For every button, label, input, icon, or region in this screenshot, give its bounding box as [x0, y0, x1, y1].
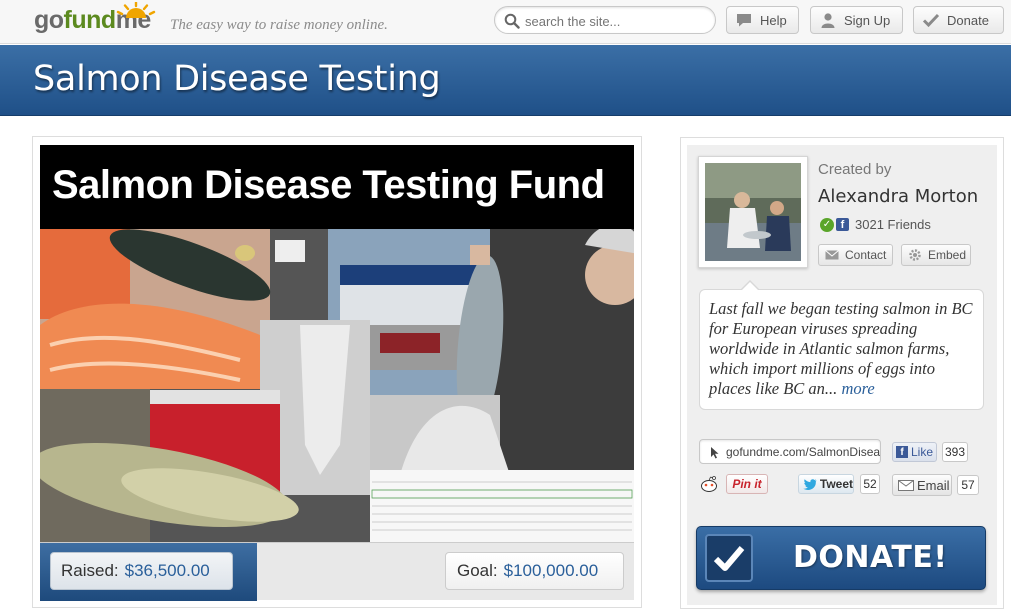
- checkmark-icon: [713, 546, 745, 571]
- gofundme-logo[interactable]: gofundme: [34, 2, 156, 40]
- sign-up-label: Sign Up: [844, 12, 891, 28]
- goal-label: Goal:: [457, 561, 498, 580]
- reddit-icon[interactable]: [699, 475, 719, 493]
- help-label: Help: [760, 12, 787, 28]
- raised-amount: $36,500.00: [124, 561, 210, 580]
- email-label: Email: [917, 477, 950, 493]
- contact-label: Contact: [845, 248, 887, 262]
- search-icon: [504, 13, 520, 29]
- raised-label: Raised:: [61, 561, 119, 580]
- facebook-icon: f: [896, 446, 908, 458]
- twitter-bird-icon: [803, 478, 817, 490]
- created-by-label: Created by: [818, 161, 892, 178]
- campaign-url: gofundme.com/SalmonDisease: [726, 445, 881, 459]
- creator-photo: [705, 163, 801, 261]
- sun-logo-icon: [116, 2, 156, 18]
- campaign-photo: Salmon Disease Testing Fund: [40, 145, 634, 542]
- donate-button-label: DONATE!: [793, 540, 948, 575]
- photo-title-text: Salmon Disease Testing Fund: [52, 163, 605, 207]
- embed-label: Embed: [928, 248, 967, 262]
- title-banner: Salmon Disease Testing: [0, 45, 1011, 116]
- checkmark-icon: [922, 13, 940, 28]
- goal-amount: $100,000.00: [503, 561, 599, 580]
- cursor-icon: [711, 447, 719, 459]
- donate-button[interactable]: DONATE!: [696, 526, 986, 590]
- donate-nav-button[interactable]: Donate: [913, 6, 1004, 34]
- tweet-count: 52: [860, 474, 880, 494]
- envelope-icon: [898, 479, 914, 491]
- campaign-title: Salmon Disease Testing: [33, 59, 441, 99]
- pinterest-pin-button[interactable]: Pin it: [726, 474, 768, 494]
- description-pointer-inner: [741, 282, 759, 291]
- envelope-icon: [825, 250, 839, 260]
- photo-title-bar: Salmon Disease Testing Fund: [40, 145, 634, 229]
- site-search[interactable]: [494, 6, 716, 34]
- email-share-button[interactable]: Email: [892, 474, 952, 496]
- search-input[interactable]: [525, 11, 705, 31]
- facebook-like-button[interactable]: f Like: [892, 442, 937, 462]
- donate-check-box: [705, 534, 753, 582]
- speech-bubble-icon: [737, 14, 751, 27]
- goal-amount-box: Goal: $100,000.00: [445, 552, 624, 590]
- donate-nav-label: Donate: [947, 12, 989, 28]
- user-icon: [821, 13, 835, 28]
- friends-count: ✓ f 3021 Friends: [820, 217, 931, 232]
- campaign-url-field[interactable]: gofundme.com/SalmonDisease: [699, 439, 881, 464]
- email-count: 57: [957, 475, 979, 495]
- like-label: Like: [911, 445, 934, 459]
- creator-name[interactable]: Alexandra Morton: [818, 186, 978, 207]
- sign-up-button[interactable]: Sign Up: [810, 6, 903, 34]
- facebook-icon: f: [836, 218, 849, 231]
- gear-icon: [909, 249, 921, 261]
- friends-count-text: 3021 Friends: [855, 217, 931, 232]
- tweet-label: Tweet: [819, 477, 853, 491]
- creator-avatar[interactable]: [705, 163, 801, 261]
- top-header: gofundme The easy way to raise money onl…: [0, 0, 1011, 44]
- help-button[interactable]: Help: [726, 6, 799, 34]
- read-more-link[interactable]: more: [841, 379, 874, 398]
- raised-amount-box: Raised: $36,500.00: [50, 552, 233, 590]
- like-count: 393: [942, 442, 968, 462]
- campaign-description: Last fall we began testing salmon in BC …: [709, 299, 977, 399]
- embed-button[interactable]: Embed: [901, 244, 971, 266]
- tagline: The easy way to raise money online.: [170, 17, 388, 33]
- tweet-button[interactable]: Tweet: [798, 474, 854, 494]
- verified-check-icon: ✓: [820, 217, 834, 232]
- contact-button[interactable]: Contact: [818, 244, 893, 266]
